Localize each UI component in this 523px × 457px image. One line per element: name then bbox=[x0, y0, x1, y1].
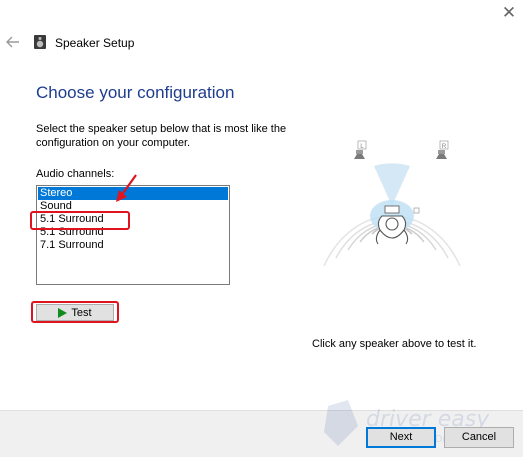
red-arrow-annotation bbox=[116, 174, 137, 202]
test-button[interactable]: Test bbox=[36, 304, 114, 321]
highlight-box-5-1-surround bbox=[30, 211, 130, 230]
window-title: Speaker Setup bbox=[55, 36, 135, 50]
close-icon: ✕ bbox=[501, 3, 517, 22]
close-button[interactable]: ✕ bbox=[495, 0, 523, 26]
channel-item-7-1-surround[interactable]: 7.1 Surround bbox=[38, 239, 228, 252]
test-hint-text: Click any speaker above to test it. bbox=[312, 338, 477, 350]
left-speaker-icon[interactable] bbox=[354, 150, 365, 159]
instructions-text: Select the speaker setup below that is m… bbox=[36, 123, 287, 149]
next-button[interactable]: Next bbox=[366, 427, 436, 448]
left-speaker-label: L bbox=[360, 143, 364, 150]
cancel-button[interactable]: Cancel bbox=[444, 427, 514, 448]
speaker-diagram[interactable]: L R bbox=[322, 138, 462, 278]
page-title: Choose your configuration bbox=[36, 83, 235, 102]
play-icon bbox=[58, 307, 68, 318]
audio-channels-label: Audio channels: bbox=[36, 168, 115, 180]
right-speaker-label: R bbox=[442, 143, 447, 150]
test-button-label: Test bbox=[71, 306, 92, 319]
speaker-app-icon bbox=[34, 35, 46, 49]
back-arrow-icon[interactable] bbox=[4, 33, 22, 51]
right-speaker-icon[interactable] bbox=[436, 150, 447, 159]
